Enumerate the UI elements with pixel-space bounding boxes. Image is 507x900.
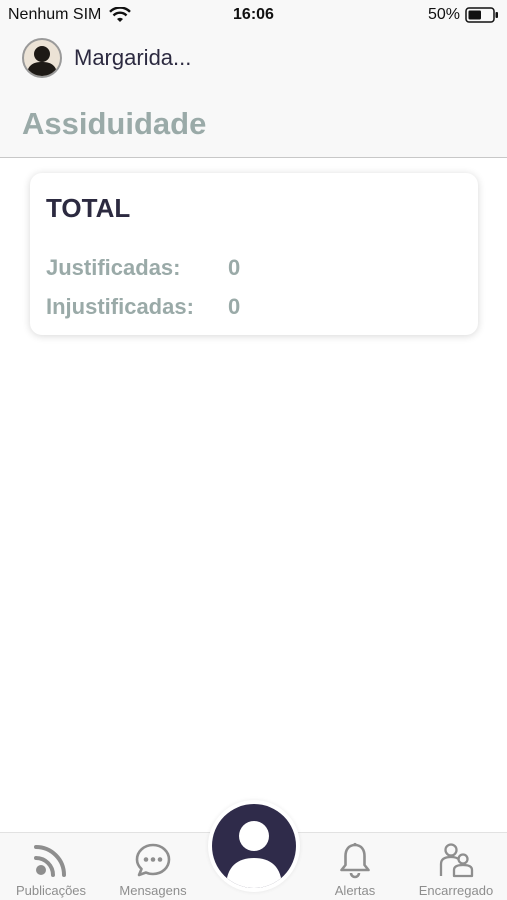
rss-icon (34, 845, 66, 877)
person-silhouette-icon (26, 46, 58, 76)
battery-icon (465, 7, 498, 23)
tab-alertas[interactable]: Alertas (305, 833, 405, 900)
page-title: Assiduidade (22, 106, 207, 141)
tab-label-publicacoes: Publicações (15, 883, 87, 898)
tab-mensagens[interactable]: Mensagens (103, 833, 203, 900)
status-bar: Nenhum SIM 16:06 50% (0, 0, 507, 32)
guardian-icon (439, 843, 474, 878)
tab-label-alertas: Alertas (334, 883, 376, 898)
tab-encarregado[interactable]: Encarregado (406, 833, 506, 900)
total-card: TOTAL Justificadas: 0 Injustificadas: 0 (30, 173, 478, 335)
unjustified-label: Injustificadas: (46, 294, 194, 319)
tab-label-mensagens: Mensagens (119, 883, 187, 898)
unjustified-value: 0 (228, 294, 241, 319)
bell-icon (340, 842, 370, 879)
justified-value: 0 (228, 255, 241, 280)
justified-label: Justificadas: (46, 255, 181, 280)
profile-button-inner (212, 804, 296, 888)
profile-icon (226, 821, 282, 888)
avatar (22, 38, 62, 78)
card-title: TOTAL (46, 193, 131, 223)
user-name: Margarida... (74, 45, 192, 70)
unjustified-row: Injustificadas: 0 (46, 294, 240, 320)
profile-button[interactable] (208, 800, 300, 892)
user-selector[interactable]: Margarida... (22, 38, 191, 78)
status-right: 50% (428, 6, 499, 24)
chat-bubble-icon (135, 843, 171, 877)
battery-percent: 50% (427, 6, 460, 23)
tab-label-encarregado: Encarregado (418, 883, 494, 898)
justified-row: Justificadas: 0 (46, 255, 240, 281)
header: Margarida... Assiduidade (0, 32, 507, 158)
tab-publicacoes[interactable]: Publicações (1, 833, 101, 900)
